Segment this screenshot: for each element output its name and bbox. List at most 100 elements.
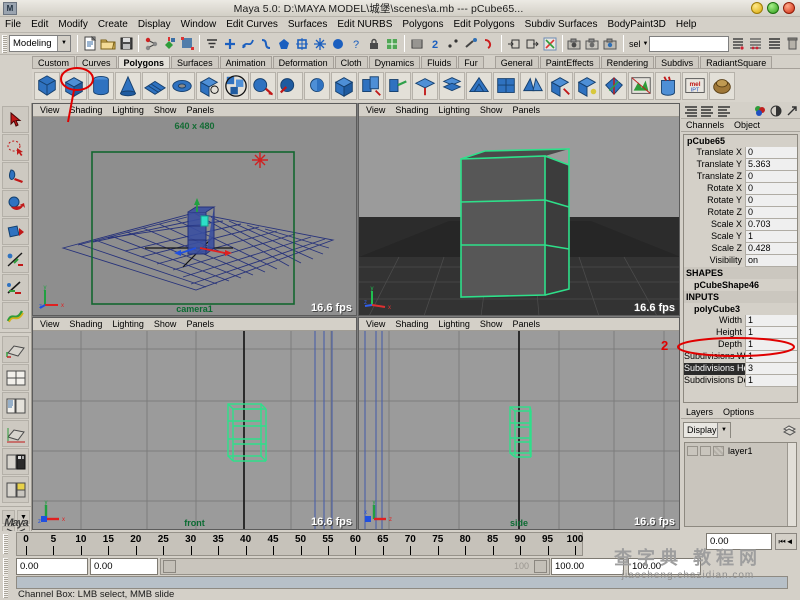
deformers-icon[interactable]: [293, 35, 311, 53]
ipr-render-icon[interactable]: [584, 35, 602, 53]
poly-paint-icon[interactable]: [655, 72, 681, 100]
viewport-side-canvas[interactable]: side 16.6 fps y z x: [359, 331, 679, 529]
select-by-hierarchy-icon[interactable]: [142, 35, 160, 53]
channel-row-value[interactable]: 0: [745, 207, 797, 219]
last-tool-used[interactable]: [2, 302, 29, 329]
channel-row[interactable]: Subdivisions Height3: [684, 363, 797, 375]
shelf-tab-curves[interactable]: Curves: [76, 56, 117, 68]
minimize-button[interactable]: [751, 2, 763, 14]
surfaces-icon[interactable]: [257, 35, 275, 53]
range-slider-right-handle[interactable]: [534, 560, 547, 573]
viewport-front[interactable]: View Shading Lighting Show Panels: [32, 317, 357, 530]
poly-cylinder-icon[interactable]: [88, 72, 114, 100]
rendering-icon[interactable]: [329, 35, 347, 53]
snap-grid-icon[interactable]: [383, 35, 401, 53]
poly-triangulate-icon[interactable]: [466, 72, 492, 100]
command-input[interactable]: [16, 576, 788, 589]
poly-split-polygon-icon[interactable]: [412, 72, 438, 100]
vp-menu-view[interactable]: View: [35, 318, 64, 330]
channel-row-value[interactable]: 1: [745, 315, 797, 327]
menu-item-edit-curves[interactable]: Edit Curves: [221, 17, 283, 32]
vp-menu-show[interactable]: Show: [475, 104, 508, 116]
shelf-tab-custom[interactable]: Custom: [32, 56, 75, 68]
menu-item-polygons[interactable]: Polygons: [397, 17, 448, 32]
new-layer-icon[interactable]: [780, 422, 798, 438]
channel-row-value[interactable]: 0: [745, 183, 797, 195]
menu-item-surfaces[interactable]: Surfaces: [283, 17, 332, 32]
poly-extrude-face-icon[interactable]: [358, 72, 384, 100]
channel-row-value[interactable]: 0.428: [745, 243, 797, 255]
arrow-icon[interactable]: [784, 104, 799, 118]
trash-icon[interactable]: [783, 35, 800, 53]
poly-uv-texture-editor-icon[interactable]: [628, 72, 654, 100]
viewport-camera-canvas[interactable]: 16.6 fps y x z: [359, 117, 679, 315]
channel-row[interactable]: Translate Z0: [684, 171, 797, 183]
four-view-layout[interactable]: [2, 364, 29, 391]
poly-quadrangulate-icon[interactable]: [493, 72, 519, 100]
poly-torus-icon[interactable]: [169, 72, 195, 100]
menu-item-edit-polygons[interactable]: Edit Polygons: [449, 17, 520, 32]
menu-item-display[interactable]: Display: [133, 17, 176, 32]
poly-extrude-edge-icon[interactable]: [385, 72, 411, 100]
menu-item-create[interactable]: Create: [93, 17, 133, 32]
poly-append-icon[interactable]: [439, 72, 465, 100]
shelf-tab-radiantsquare[interactable]: RadiantSquare: [700, 56, 772, 68]
handles-icon[interactable]: [221, 35, 239, 53]
shelf-tab-polygons[interactable]: Polygons: [118, 56, 171, 68]
shelf-tab-deformation[interactable]: Deformation: [273, 56, 334, 68]
menu-item-help[interactable]: Help: [671, 17, 702, 32]
channel-row-value[interactable]: 1: [745, 351, 797, 363]
shelf-tab-subdivs[interactable]: Subdivs: [655, 56, 699, 68]
channels-display-icon[interactable]: [683, 104, 698, 118]
channel-row-value[interactable]: 0: [745, 147, 797, 159]
menu-item-file[interactable]: File: [0, 17, 26, 32]
channels-edit-icon[interactable]: [715, 104, 730, 118]
show-manipulator-tool[interactable]: [2, 274, 29, 301]
vp-menu-shading[interactable]: Shading: [64, 104, 107, 116]
poly-cone-icon[interactable]: [115, 72, 141, 100]
channel-row[interactable]: Width1: [684, 315, 797, 327]
show-manipulator-icon[interactable]: [541, 35, 559, 53]
shading-icon[interactable]: [768, 104, 783, 118]
vp-menu-view[interactable]: View: [361, 104, 390, 116]
input-connection-icon[interactable]: [505, 35, 523, 53]
rangeslider-grip[interactable]: [3, 558, 8, 575]
shelf-tab-surfaces[interactable]: Surfaces: [171, 56, 219, 68]
vp-menu-show[interactable]: Show: [149, 104, 182, 116]
channel-row[interactable]: Translate X0: [684, 147, 797, 159]
shelf-tab-fur[interactable]: Fur: [458, 56, 484, 68]
layer-playback-checkbox[interactable]: [700, 446, 711, 456]
snap-view-icon[interactable]: [444, 35, 462, 53]
move-tool[interactable]: [2, 190, 29, 217]
shelf-tab-dynamics[interactable]: Dynamics: [369, 56, 421, 68]
channel-row[interactable]: Scale Z0.428: [684, 243, 797, 255]
poly-mirror-icon[interactable]: [520, 72, 546, 100]
viewport-persp-canvas[interactable]: 640 x 480 camera1 16.6 fps y x z: [33, 117, 356, 315]
color-icon[interactable]: [752, 104, 767, 118]
attribute-editor-icon[interactable]: [729, 35, 747, 53]
paint-select-tool[interactable]: [2, 162, 29, 189]
channel-row-value[interactable]: 5.363: [745, 159, 797, 171]
vp-menu-lighting[interactable]: Lighting: [433, 318, 475, 330]
close-button[interactable]: [783, 2, 795, 14]
save-scene-icon[interactable]: [117, 35, 135, 53]
select-by-component-icon[interactable]: [178, 35, 196, 53]
timeslider-grip[interactable]: [3, 534, 8, 554]
vp-menu-show[interactable]: Show: [475, 318, 508, 330]
channel-row[interactable]: Translate Y5.363: [684, 159, 797, 171]
render-globals-icon[interactable]: [602, 35, 620, 53]
menu-item-edit[interactable]: Edit: [26, 17, 53, 32]
poly-booleans-difference-icon[interactable]: [277, 72, 303, 100]
poly-cleanup-icon[interactable]: [574, 72, 600, 100]
persp-render-layout[interactable]: [2, 476, 29, 503]
vp-menu-view[interactable]: View: [35, 104, 64, 116]
channel-row-value[interactable]: 1: [745, 375, 797, 387]
shelf-tab-painteffects[interactable]: PaintEffects: [540, 56, 600, 68]
channel-row[interactable]: Rotate X0: [684, 183, 797, 195]
channel-row-value[interactable]: 0.703: [745, 219, 797, 231]
range-start-field[interactable]: 0.00: [90, 558, 158, 575]
layer-type-checkbox[interactable]: [713, 446, 724, 456]
viewport-front-canvas[interactable]: front 16.6 fps y x z: [33, 331, 356, 529]
poly-booleans-union-icon[interactable]: [250, 72, 276, 100]
vp-menu-shading[interactable]: Shading: [390, 318, 433, 330]
